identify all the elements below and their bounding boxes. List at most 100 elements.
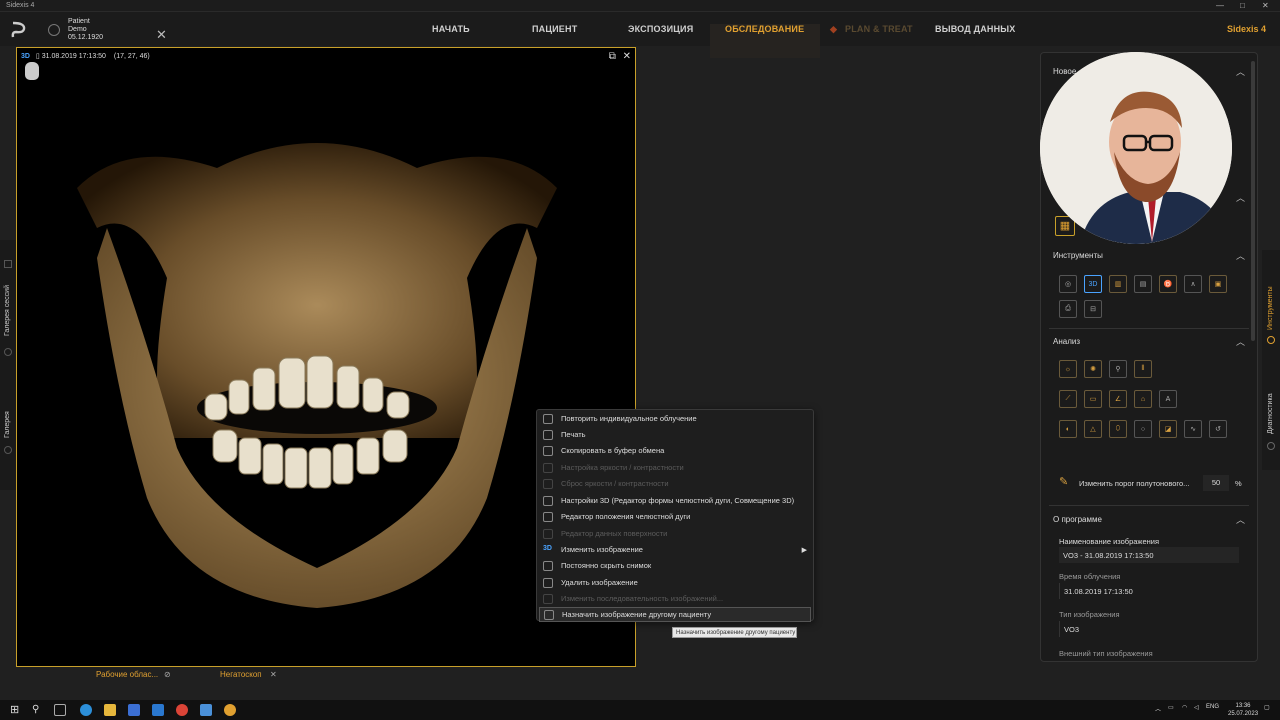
reorder-icon <box>543 593 553 604</box>
density-tool-icon[interactable]: ⌂ <box>1134 390 1152 408</box>
slice-tool-icon[interactable]: ▭ <box>1084 390 1102 408</box>
panel-scrollbar[interactable] <box>1251 61 1255 341</box>
section-analysis[interactable]: Анализ <box>1053 337 1080 346</box>
ellipse-tool-icon[interactable]: ◐ <box>1059 420 1077 438</box>
nav-output[interactable]: ВЫВОД ДАННЫХ <box>935 24 1016 34</box>
brightness-tool-icon[interactable]: ☼ <box>1059 360 1077 378</box>
presenter-webcam <box>1040 52 1232 244</box>
rect-tool-icon[interactable]: ◪ <box>1159 420 1177 438</box>
curve-tool-icon[interactable]: ∿ <box>1184 420 1202 438</box>
print-tool-icon[interactable]: ⎙ <box>1059 300 1077 318</box>
sidexis-taskbar-icon[interactable] <box>224 704 236 716</box>
menu-change-image[interactable]: 3D Изменить изображение ▶ <box>539 542 811 557</box>
chrome-icon[interactable] <box>176 704 188 716</box>
tab-workspaces[interactable]: Рабочие облас... <box>96 670 158 679</box>
task-view-icon[interactable] <box>54 704 66 716</box>
tooth-tool-icon[interactable]: ♉ <box>1159 275 1177 293</box>
gallery-settings-icon[interactable] <box>4 348 12 356</box>
skull-3d-render[interactable] <box>67 98 567 618</box>
tab-tools[interactable]: Инструменты <box>1267 270 1274 330</box>
nerve-tool-icon[interactable]: ⫴ <box>1134 360 1152 378</box>
triangle-tool-icon[interactable]: △ <box>1084 420 1102 438</box>
arch-tool-icon[interactable]: ∧ <box>1184 275 1202 293</box>
menu-assign-patient[interactable]: Назначить изображение другому пациенту <box>539 607 811 622</box>
measure-tool-icon[interactable]: ▣ <box>1209 275 1227 293</box>
menu-3d-settings[interactable]: Настройки 3D (Редактор формы челюстной д… <box>539 493 811 508</box>
view-3d-tool-icon[interactable]: 3D <box>1084 275 1102 293</box>
maximize-viewer-icon[interactable]: ⧉ <box>609 51 616 62</box>
contrast-tool-icon[interactable]: ✺ <box>1084 360 1102 378</box>
collapse-analysis-icon[interactable]: ︿ <box>1236 335 1245 348</box>
oval-tool-icon[interactable]: ⬯ <box>1109 420 1127 438</box>
maximize-icon[interactable]: □ <box>1240 1 1245 10</box>
close-viewbox-icon[interactable]: ✕ <box>270 670 277 679</box>
orientation-head-icon[interactable] <box>25 62 39 80</box>
hide-icon <box>543 560 553 571</box>
windows-start-icon[interactable]: ⊞ <box>10 704 22 716</box>
menu-label: Назначить изображение другому пациенту <box>562 610 712 619</box>
tab-viewbox[interactable]: Негатоскоп <box>220 670 262 679</box>
implant-tool-icon[interactable]: ⚲ <box>1109 360 1127 378</box>
sessions-icon[interactable] <box>4 260 12 268</box>
collapse-tools-icon[interactable]: ︿ <box>1236 249 1245 262</box>
angle-tool-icon[interactable]: ∠ <box>1109 390 1127 408</box>
close-window-icon[interactable]: ✕ <box>1262 1 1269 10</box>
app-icon[interactable] <box>200 704 212 716</box>
workspaces-check-icon[interactable]: ⊘ <box>164 670 171 679</box>
tools-pin-icon[interactable] <box>1267 336 1275 344</box>
menu-delete-image[interactable]: Удалить изображение <box>539 575 811 590</box>
close-patient-icon[interactable]: ✕ <box>156 27 167 43</box>
menu-surface-editor: Редактор данных поверхности <box>539 526 811 541</box>
text-tool-icon[interactable]: A <box>1159 390 1177 408</box>
search-icon[interactable]: ⚲ <box>32 704 44 716</box>
wifi-icon[interactable]: ◠ <box>1182 704 1187 711</box>
circle-tool-icon[interactable]: ○ <box>1134 420 1152 438</box>
edge-icon[interactable] <box>80 704 92 716</box>
image-name-label: Наименование изображения <box>1059 537 1160 546</box>
collapse-layout-icon[interactable]: ︿ <box>1236 191 1245 204</box>
nav-patient[interactable]: ПАЦИЕНТ <box>532 24 577 34</box>
tray-chevron-icon[interactable]: ︿ <box>1155 704 1161 713</box>
sirona-logo-icon[interactable] <box>10 20 28 40</box>
mail-icon[interactable] <box>152 704 164 716</box>
menu-hide-image[interactable]: Постоянно скрыть снимок <box>539 558 811 573</box>
tab-gallery[interactable]: Галерея <box>4 398 11 438</box>
language-indicator[interactable]: ENG <box>1206 704 1219 710</box>
freehand-tool-icon[interactable]: ↺ <box>1209 420 1227 438</box>
menu-print[interactable]: Печать <box>539 427 811 442</box>
tab-session-gallery[interactable]: Галерея сессий <box>4 276 11 336</box>
nav-plan-treat[interactable]: PLAN & TREAT <box>845 24 913 34</box>
threshold-input[interactable]: 50 <box>1203 475 1229 491</box>
nav-exposure[interactable]: ЭКСПОЗИЦИЯ <box>628 24 693 34</box>
export-tool-icon[interactable]: ⊟ <box>1084 300 1102 318</box>
menu-repeat-exposure[interactable]: Повторить индивидуальное облучение <box>539 411 811 426</box>
section-about[interactable]: О программе <box>1053 515 1102 524</box>
close-viewer-icon[interactable]: ✕ <box>623 51 631 62</box>
minimize-icon[interactable]: — <box>1216 1 1224 10</box>
panorama-tool-icon[interactable]: ▥ <box>1109 275 1127 293</box>
ruler-tool-icon[interactable]: ⟋ <box>1059 390 1077 408</box>
rotate-tool-icon[interactable]: ◎ <box>1059 275 1077 293</box>
cross-section-tool-icon[interactable]: ▤ <box>1134 275 1152 293</box>
volume-icon[interactable]: ◁ <box>1194 704 1199 711</box>
explorer-icon[interactable] <box>104 704 116 716</box>
notifications-icon[interactable]: ▢ <box>1264 704 1270 711</box>
network-icon[interactable]: ▭ <box>1168 704 1174 711</box>
nav-examination[interactable]: ОБСЛЕДОВАНИЕ <box>725 24 804 34</box>
diagnostics-pin-icon[interactable] <box>1267 442 1275 450</box>
store-icon[interactable] <box>128 704 140 716</box>
section-tools[interactable]: Инструменты <box>1053 251 1103 260</box>
clock[interactable]: 13:36 25.07.2023 <box>1228 702 1258 718</box>
external-type-label: Внешний тип изображения <box>1059 649 1153 658</box>
collapse-new-icon[interactable]: ︿ <box>1236 65 1245 78</box>
pencil-icon[interactable]: ✎ <box>1059 475 1073 489</box>
tab-diagnostics[interactable]: Диагностика <box>1267 380 1274 434</box>
collapse-about-icon[interactable]: ︿ <box>1236 513 1245 526</box>
gallery-pin-icon[interactable] <box>4 446 12 454</box>
menu-copy-clipboard[interactable]: Скопировать в буфер обмена <box>539 443 811 458</box>
viewer-3d-badge: 3D <box>21 53 30 60</box>
jaw-arch-icon <box>543 511 553 522</box>
assign-patient-icon <box>544 609 554 620</box>
nav-start[interactable]: НАЧАТЬ <box>432 24 470 34</box>
menu-jaw-arch-editor[interactable]: Редактор положения челюстной дуги <box>539 509 811 524</box>
